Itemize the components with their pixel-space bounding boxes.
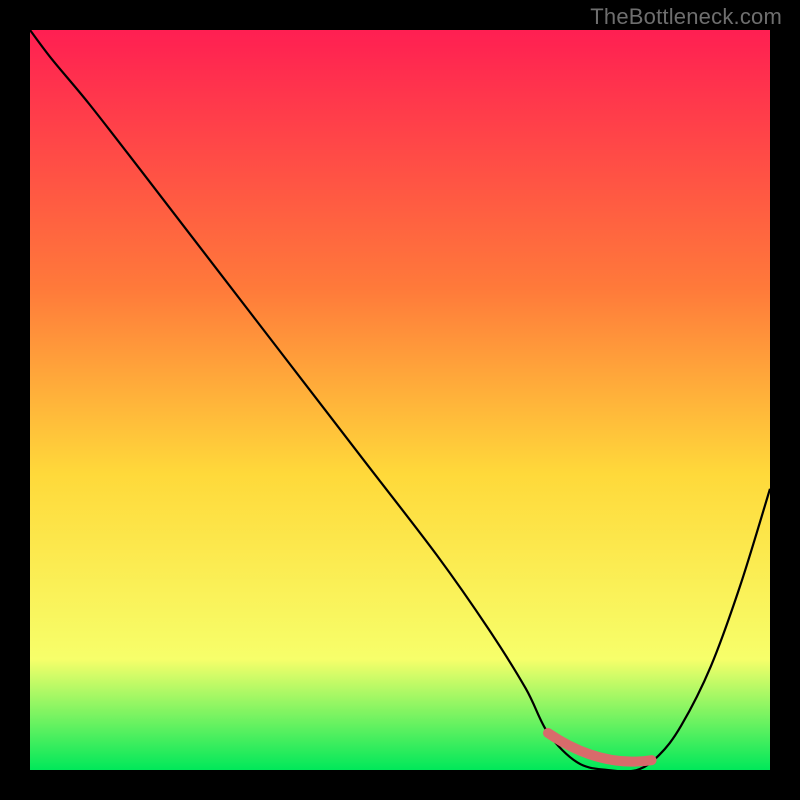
gradient-background <box>30 30 770 770</box>
watermark-text: TheBottleneck.com <box>590 4 782 30</box>
bottleneck-plot <box>30 30 770 770</box>
chart-frame: TheBottleneck.com <box>0 0 800 800</box>
plot-svg <box>30 30 770 770</box>
